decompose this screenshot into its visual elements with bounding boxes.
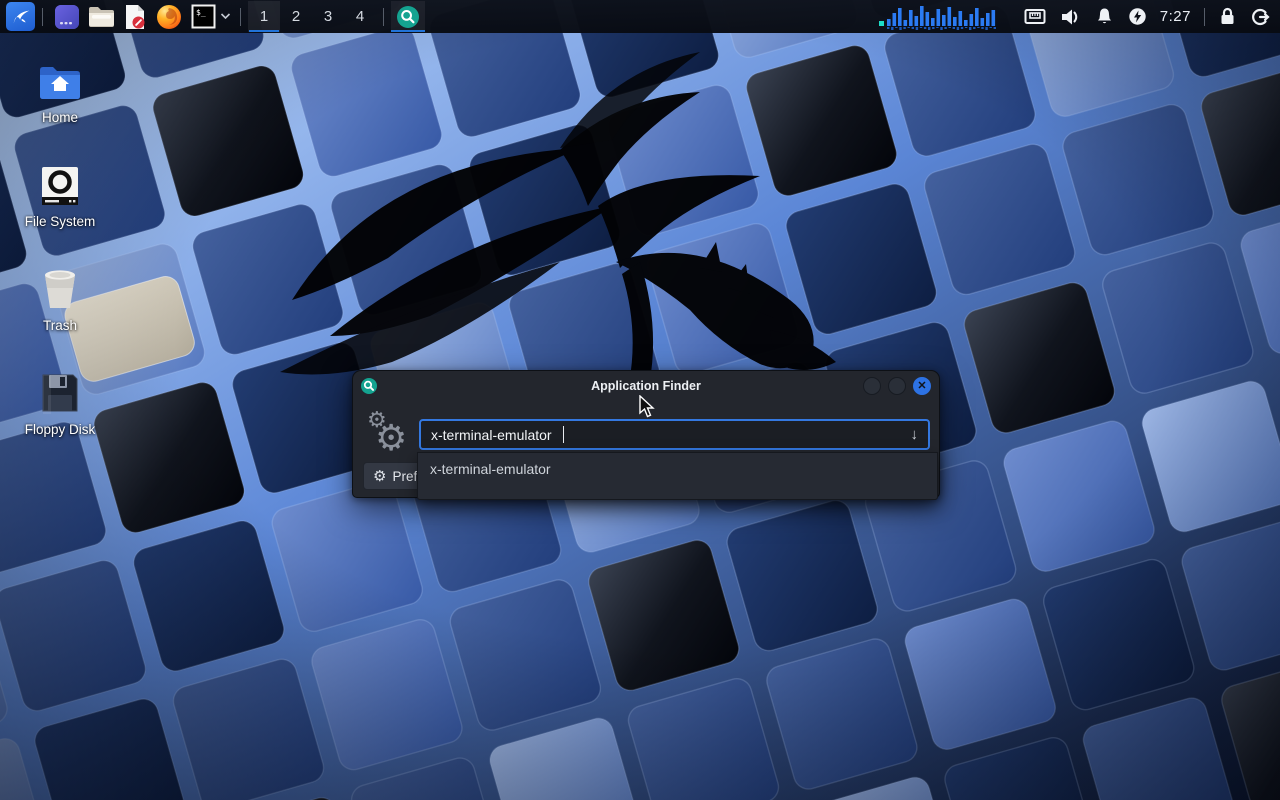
desktop-icon-label: Home	[42, 110, 78, 125]
file-system-drive-icon	[39, 160, 81, 206]
minimize-button[interactable]	[863, 377, 881, 395]
volume-icon[interactable]	[1060, 8, 1081, 26]
lock-icon[interactable]	[1219, 7, 1236, 26]
workspace-4[interactable]: 4	[344, 1, 376, 32]
cpu-graph[interactable]	[879, 4, 999, 30]
panel-separator	[383, 8, 384, 26]
search-input-value: x-terminal-emulator	[431, 427, 552, 443]
launcher-terminal[interactable]	[52, 2, 82, 32]
completion-item[interactable]: x-terminal-emulator	[418, 453, 937, 477]
completion-dropdown: x-terminal-emulator	[417, 452, 938, 500]
taskbar-app-finder[interactable]	[391, 1, 425, 32]
desktop-icon-file-system[interactable]: File System	[12, 160, 108, 229]
mouse-cursor	[637, 395, 657, 419]
desktop-icon-floppy-disk[interactable]: Floppy Disk	[12, 368, 108, 437]
xterm-icon: $_	[191, 4, 216, 29]
kali-menu-icon	[10, 6, 32, 28]
panel-separator	[1204, 8, 1205, 26]
launcher-firefox[interactable]	[154, 2, 184, 32]
logout-icon[interactable]	[1250, 7, 1270, 27]
trash-icon	[39, 264, 81, 310]
workspace-label: 3	[324, 8, 332, 25]
search-input[interactable]: x-terminal-emulator ↓	[419, 419, 930, 450]
desktop-icon-label: File System	[25, 214, 96, 229]
firefox-icon	[156, 4, 182, 30]
network-icon[interactable]	[1024, 8, 1046, 26]
window-title: Application Finder	[353, 379, 939, 393]
app-finder-icon	[397, 6, 419, 28]
chevron-down-icon[interactable]	[220, 11, 231, 23]
text-editor-icon	[123, 4, 147, 30]
floppy-disk-icon	[40, 368, 80, 414]
gears-icon: ⚙⚙	[365, 407, 415, 459]
panel-separator	[240, 8, 241, 26]
applications-menu-button[interactable]	[6, 2, 35, 31]
maximize-button[interactable]	[888, 377, 906, 395]
desktop-icon-label: Floppy Disk	[25, 422, 96, 437]
notifications-icon[interactable]	[1095, 7, 1114, 26]
svg-text:$_: $_	[196, 8, 206, 17]
close-button[interactable]: ✕	[913, 377, 931, 395]
qterminal-icon	[54, 4, 80, 30]
panel-clock[interactable]: 7:27	[1160, 8, 1191, 25]
workspace-3[interactable]: 3	[312, 1, 344, 32]
top-panel: $_ 1 2 3 4	[0, 0, 1280, 33]
desktop-icon-label: Trash	[43, 318, 77, 333]
launcher-text-editor[interactable]	[120, 2, 150, 32]
launcher-xterm[interactable]: $_	[188, 2, 218, 32]
workspace-label: 2	[292, 8, 300, 25]
desktop-icon-trash[interactable]: Trash	[12, 264, 108, 333]
workspace-2[interactable]: 2	[280, 1, 312, 32]
home-folder-icon	[38, 56, 82, 102]
dropdown-arrow-icon[interactable]: ↓	[911, 426, 919, 443]
text-caret	[563, 426, 564, 443]
panel-separator	[42, 8, 43, 26]
workspace-label: 4	[356, 8, 364, 25]
launcher-file-manager[interactable]	[86, 2, 116, 32]
desktop-root: Home File System Trash	[0, 0, 1280, 800]
workspace-label: 1	[260, 8, 268, 25]
power-icon[interactable]	[1128, 7, 1147, 26]
file-manager-icon	[88, 5, 115, 29]
desktop-icon-home[interactable]: Home	[12, 56, 108, 125]
gear-icon: ⚙	[373, 467, 386, 485]
workspace-1[interactable]: 1	[248, 1, 280, 32]
